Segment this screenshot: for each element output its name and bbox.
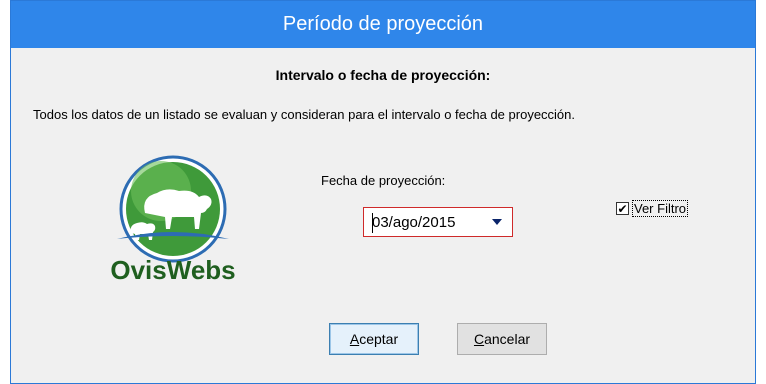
fecha-value[interactable]: 03/ago/2015: [364, 214, 492, 231]
title-bar: Período de proyección: [11, 1, 755, 48]
aceptar-button[interactable]: Aceptar: [329, 323, 419, 355]
logo-text: OvisWebs: [110, 255, 235, 285]
ver-filtro-checkbox[interactable]: ✔ Ver Filtro: [616, 200, 689, 217]
cancelar-button[interactable]: Cancelar: [457, 323, 547, 355]
cancelar-accelerator: C: [473, 331, 485, 347]
fecha-label: Fecha de proyección:: [321, 173, 446, 188]
fecha-date-picker[interactable]: 03/ago/2015: [363, 207, 513, 237]
chevron-down-icon[interactable]: [492, 219, 502, 225]
cancelar-label: ancelar: [484, 331, 531, 347]
dialog-window: Período de proyección Intervalo o fecha …: [10, 0, 756, 384]
aceptar-accelerator: A: [349, 331, 360, 347]
aceptar-label: ceptar: [359, 331, 399, 347]
description-text: Todos los datos de un listado se evaluan…: [33, 107, 576, 122]
ver-filtro-label[interactable]: Ver Filtro: [632, 200, 689, 217]
text-caret: [372, 213, 373, 233]
oviswebs-logo: OvisWebs: [103, 151, 243, 291]
section-heading: Intervalo o fecha de proyección:: [275, 67, 491, 83]
window-title: Período de proyección: [282, 13, 484, 35]
checkmark-icon[interactable]: ✔: [616, 202, 629, 215]
